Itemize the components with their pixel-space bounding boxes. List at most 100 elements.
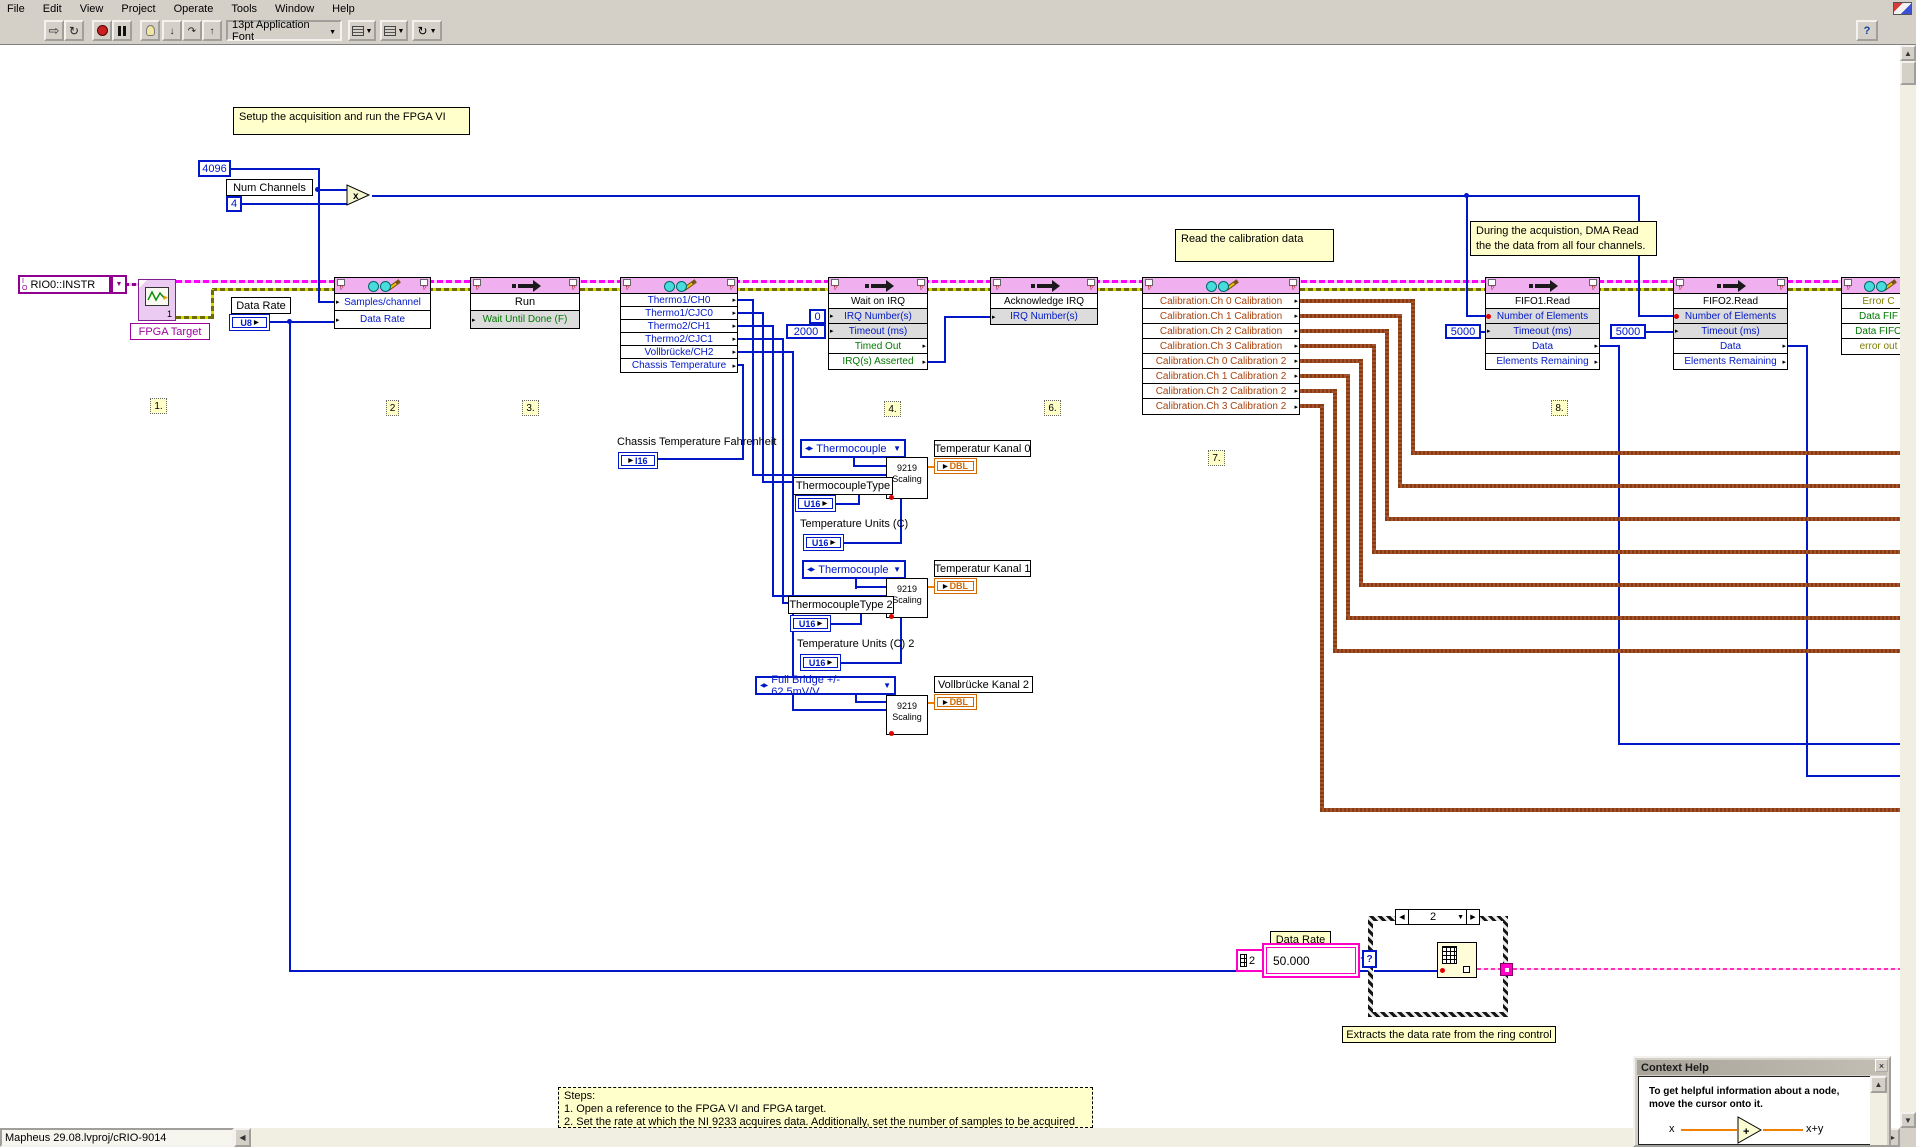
menu-file[interactable]: File: [7, 3, 25, 15]
case-output-tunnel[interactable]: [1500, 963, 1513, 976]
invoke-node-fifo2-read[interactable]: !?!? FIFO2.Read Number of Elements Timeo…: [1673, 277, 1788, 370]
vscroll-down-button[interactable]: ▼: [1900, 1112, 1916, 1128]
reorder-button[interactable]: [412, 20, 442, 41]
step-over-button[interactable]: [182, 20, 202, 41]
node-row[interactable]: Thermo2/CJC1: [621, 333, 737, 346]
node-row[interactable]: Data Rate: [335, 311, 430, 328]
node-row[interactable]: Calibration.Ch 2 Calibration: [1143, 324, 1299, 339]
node-row[interactable]: Data: [1486, 339, 1599, 354]
ctx-scroll-up-button[interactable]: ▲: [1870, 1076, 1887, 1093]
node-row[interactable]: FIFO2.Read: [1674, 294, 1787, 309]
constant-fifo1-timeout[interactable]: 5000: [1445, 324, 1481, 339]
menu-window[interactable]: Window: [275, 3, 314, 15]
context-help-scrollbar[interactable]: ▲: [1870, 1076, 1887, 1145]
node-row[interactable]: Calibration.Ch 0 Calibration 2: [1143, 354, 1299, 369]
highlight-execution-button[interactable]: [140, 20, 160, 41]
node-row[interactable]: Calibration.Ch 1 Calibration: [1143, 309, 1299, 324]
data-rate-terminal-u8[interactable]: U8▶: [229, 314, 270, 331]
thermocouple-type-terminal-u16[interactable]: U16▶: [795, 495, 836, 512]
temperatur-kanal-0-terminal-dbl[interactable]: ▶DBL: [934, 458, 977, 474]
context-help-titlebar[interactable]: Context Help: [1637, 1060, 1887, 1075]
thermocouple-type-2-terminal-u16[interactable]: U16▶: [790, 615, 831, 632]
node-row[interactable]: IRQ(s) Asserted: [829, 354, 927, 369]
node-row[interactable]: Thermo2/CH1: [621, 320, 737, 333]
multiply-function[interactable]: x: [346, 184, 372, 206]
rio-resource-constant[interactable]: IO RIO0::INSTR: [18, 275, 111, 294]
temperatur-kanal-1-terminal-dbl[interactable]: ▶DBL: [934, 578, 977, 594]
ring-value-terminal[interactable]: 2: [1236, 949, 1265, 972]
menu-operate[interactable]: Operate: [174, 3, 214, 15]
node-row[interactable]: Number of Elements: [1486, 309, 1599, 324]
constant-fifo2-timeout[interactable]: 5000: [1610, 324, 1646, 339]
menu-view[interactable]: View: [80, 3, 104, 15]
constant-irq-timeout[interactable]: 2000: [786, 324, 826, 339]
invoke-node-wait-on-irq[interactable]: !?!? Wait on IRQ IRQ Number(s) Timeout (…: [828, 277, 928, 370]
run-continuous-button[interactable]: [64, 20, 84, 41]
invoke-node-acknowledge-irq[interactable]: !?!? Acknowledge IRQ IRQ Number(s): [990, 277, 1098, 325]
node-row[interactable]: Calibration.Ch 2 Calibration 2: [1143, 384, 1299, 399]
node-row[interactable]: Thermo1/CH0: [621, 294, 737, 307]
property-node-samples-rate[interactable]: !?!? Samples/channel Data Rate: [334, 277, 431, 329]
hscroll-left-button[interactable]: ◀: [234, 1128, 251, 1147]
constant-4096[interactable]: 4096: [198, 160, 231, 177]
pause-button[interactable]: [112, 20, 132, 41]
chassis-temp-terminal-i16[interactable]: ▶I16: [618, 452, 658, 469]
node-row[interactable]: Wait Until Done (F): [471, 311, 579, 328]
align-objects-button[interactable]: [348, 20, 376, 41]
vollbruecke-kanal-2-terminal-dbl[interactable]: ▶DBL: [934, 694, 977, 710]
node-row[interactable]: Timeout (ms): [829, 324, 927, 339]
case-selector-label[interactable]: ◀2▼▶: [1395, 909, 1480, 925]
menu-help[interactable]: Help: [332, 3, 355, 15]
property-node-channels[interactable]: !?!? Thermo1/CH0 Thermo1/CJC0 Thermo2/CH…: [620, 277, 738, 373]
node-row[interactable]: Thermo1/CJC0: [621, 307, 737, 320]
node-row[interactable]: Chassis Temperature: [621, 359, 737, 372]
node-row[interactable]: Elements Remaining: [1486, 354, 1599, 369]
property-node-calibration[interactable]: !?!? Calibration.Ch 0 Calibration Calibr…: [1142, 277, 1300, 415]
node-row[interactable]: Data: [1674, 339, 1787, 354]
ring-full-bridge[interactable]: ◀▶Full Bridge +/- 62.5mV/V▼: [755, 676, 896, 695]
node-row[interactable]: IRQ Number(s): [829, 309, 927, 324]
node-row[interactable]: Samples/channel: [335, 294, 430, 311]
temperature-units-2-terminal-u16[interactable]: U16▶: [800, 654, 841, 671]
menu-project[interactable]: Project: [121, 3, 155, 15]
invoke-node-run[interactable]: !?!? Run Wait Until Done (F): [470, 277, 580, 329]
vertical-scrollbar[interactable]: [1900, 45, 1916, 1128]
invoke-node-fifo1-read[interactable]: !?!? FIFO1.Read Number of Elements Timeo…: [1485, 277, 1600, 370]
node-row[interactable]: Calibration.Ch 0 Calibration: [1143, 294, 1299, 309]
vscroll-up-button[interactable]: ▲: [1900, 45, 1916, 61]
run-button[interactable]: [44, 20, 64, 41]
node-row[interactable]: Number of Elements: [1674, 309, 1787, 324]
menu-edit[interactable]: Edit: [43, 3, 62, 15]
temperature-units-terminal-u16[interactable]: U16▶: [803, 534, 844, 551]
rate-text-display[interactable]: 50.000: [1266, 947, 1356, 974]
rio-constant-dropdown[interactable]: ▼: [111, 275, 127, 294]
context-help-button[interactable]: [1856, 20, 1878, 41]
node-row[interactable]: Wait on IRQ: [829, 294, 927, 309]
node-row[interactable]: Elements Remaining: [1674, 354, 1787, 369]
constant-4[interactable]: 4: [226, 196, 242, 212]
context-help-window[interactable]: Context Help × To get helpful informatio…: [1633, 1056, 1891, 1147]
constant-irq-number[interactable]: 0: [809, 309, 826, 324]
node-row[interactable]: Timed Out: [829, 339, 927, 354]
open-fpga-vi-reference-node[interactable]: ▸ 1: [138, 279, 176, 321]
step-into-button[interactable]: [162, 20, 182, 41]
node-row[interactable]: Timeout (ms): [1674, 324, 1787, 339]
node-row[interactable]: Vollbrücke/CH2: [621, 346, 737, 359]
abort-button[interactable]: [92, 20, 112, 41]
vscroll-thumb[interactable]: [1900, 61, 1916, 85]
index-array-function[interactable]: [1437, 942, 1477, 978]
node-row[interactable]: Run: [471, 294, 579, 311]
step-out-button[interactable]: [202, 20, 222, 41]
node-row[interactable]: Timeout (ms): [1486, 324, 1599, 339]
node-row[interactable]: FIFO1.Read: [1486, 294, 1599, 309]
ring-thermocouple-2[interactable]: ◀▶Thermocouple▼: [802, 560, 906, 579]
case-selector-terminal[interactable]: ?: [1362, 950, 1377, 968]
node-row[interactable]: Acknowledge IRQ: [991, 294, 1097, 309]
node-row[interactable]: Calibration.Ch 3 Calibration: [1143, 339, 1299, 354]
close-icon[interactable]: ×: [1875, 1059, 1888, 1072]
menu-tools[interactable]: Tools: [231, 3, 257, 15]
node-row[interactable]: Calibration.Ch 3 Calibration 2: [1143, 399, 1299, 414]
distribute-objects-button[interactable]: [380, 20, 408, 41]
node-row[interactable]: IRQ Number(s): [991, 309, 1097, 324]
node-row[interactable]: Calibration.Ch 1 Calibration 2: [1143, 369, 1299, 384]
